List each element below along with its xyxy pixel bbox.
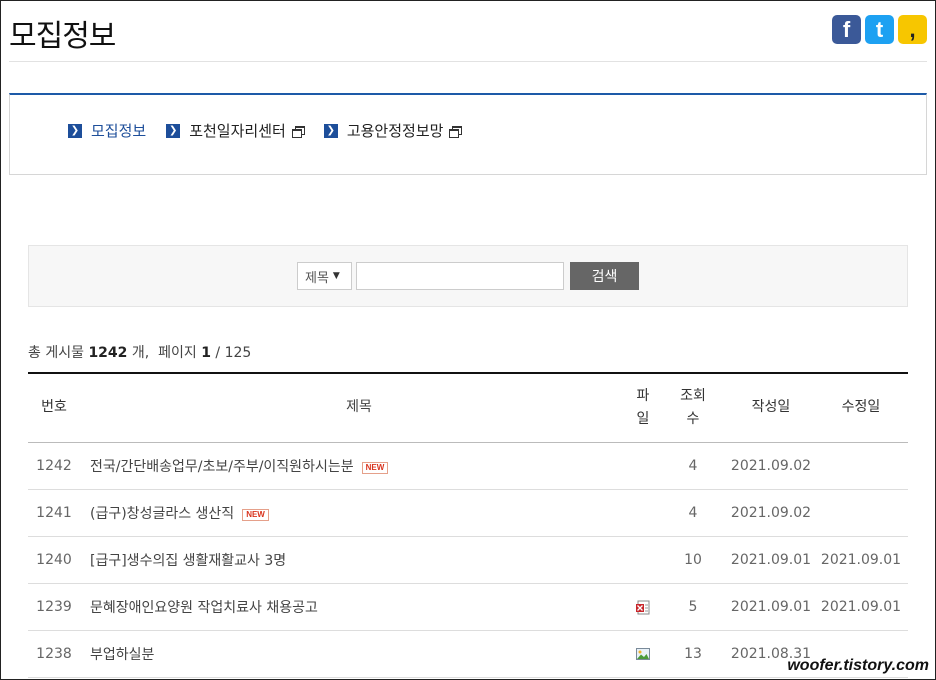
related-links: ❯ 모집정보 ❯ 포천일자리센터 ❯ 고용안정정보망	[68, 120, 463, 141]
row-views: 4	[658, 489, 728, 537]
row-views: 10	[658, 536, 728, 584]
row-file[interactable]	[628, 630, 658, 678]
header-file: 파 일	[636, 387, 650, 427]
header-title: 제목	[346, 399, 372, 416]
row-file	[628, 489, 658, 537]
row-num: 1239	[28, 583, 80, 631]
facebook-share-button[interactable]: f	[832, 15, 861, 44]
search-panel: 제목 ▼ 검색	[28, 245, 908, 307]
row-views: 4	[658, 442, 728, 490]
row-modified	[814, 442, 908, 490]
kakaostory-icon: ,	[909, 16, 916, 42]
related-links-box: ❯ 모집정보 ❯ 포천일자리센터 ❯ 고용안정정보망	[9, 93, 927, 175]
search-button[interactable]: 검색	[570, 262, 639, 290]
arrow-right-icon: ❯	[323, 123, 338, 138]
row-file	[628, 442, 658, 490]
header-date: 작성일	[751, 399, 791, 416]
row-file	[628, 536, 658, 584]
current-page: 1	[201, 345, 211, 361]
twitter-share-button[interactable]: t	[865, 15, 894, 44]
row-title[interactable]: 부업하실분	[80, 630, 628, 678]
kakaostory-share-button[interactable]: ,	[898, 15, 927, 44]
post-title-link[interactable]: 문혜장애인요양원 작업치료사 채용공고	[90, 600, 318, 616]
page-title: 모집정보	[9, 19, 116, 54]
total-label: 총 게시물	[28, 345, 84, 361]
new-window-icon	[449, 125, 463, 138]
row-num: 1242	[28, 442, 80, 490]
row-date: 2021.09.02	[728, 489, 814, 537]
table-row[interactable]: 1242 전국/간단배송업무/초보/주부/이직원하시는분 NEW 4 2021.0…	[28, 442, 908, 490]
image-icon[interactable]	[635, 646, 651, 662]
row-modified: 2021.09.01	[814, 536, 908, 584]
search-field-select[interactable]: 제목 ▼	[297, 262, 352, 290]
row-date: 2021.09.01	[728, 583, 814, 631]
row-file[interactable]	[628, 583, 658, 631]
table-row[interactable]: 1238 부업하실분 13 2021.08.31	[28, 630, 908, 678]
table-row[interactable]: 1241 (급구)창성글라스 생산직 NEW 4 2021.09.02	[28, 489, 908, 537]
watermark: woofer.tistory.com	[787, 657, 929, 674]
row-views: 5	[658, 583, 728, 631]
total-count: 1242	[88, 345, 128, 361]
row-views: 13	[658, 630, 728, 678]
header-views: 조회 수	[680, 387, 706, 427]
post-title-link[interactable]: [급구]생수의집 생활재활교사 3명	[90, 553, 286, 569]
page-label: 페이지	[158, 345, 197, 361]
row-num: 1241	[28, 489, 80, 537]
document-icon[interactable]	[635, 599, 651, 615]
twitter-icon: t	[875, 16, 884, 42]
total-unit: 개,	[131, 345, 150, 361]
post-table: 번호 제목 파 일 조회 수 작성일 수정일 1242 전국/간단배송업무/초보…	[28, 372, 908, 678]
post-title-link[interactable]: (급구)창성글라스 생산직	[90, 506, 234, 522]
link-label: 포천일자리센터	[189, 122, 286, 140]
chevron-down-icon: ▼	[332, 271, 340, 281]
arrow-right-icon: ❯	[68, 123, 82, 138]
header-modified: 수정일	[841, 399, 881, 416]
share-buttons: f t ,	[832, 15, 927, 44]
search-input[interactable]	[356, 262, 564, 290]
row-num: 1238	[28, 630, 80, 678]
arrow-right-icon: ❯	[166, 123, 181, 138]
row-title[interactable]: (급구)창성글라스 생산직 NEW	[80, 489, 628, 537]
select-value: 제목	[305, 270, 329, 286]
new-badge: NEW	[242, 508, 269, 521]
row-modified: 2021.09.01	[814, 583, 908, 631]
link-pocheon-job-center[interactable]: ❯ 포천일자리센터	[166, 120, 305, 141]
link-label: 고용안정정보망	[346, 122, 444, 140]
link-employment-info-network[interactable]: ❯ 고용안정정보망	[323, 120, 463, 141]
post-title-link[interactable]: 전국/간단배송업무/초보/주부/이직원하시는분	[90, 459, 354, 475]
post-title-link[interactable]: 부업하실분	[90, 647, 154, 663]
header-num: 번호	[41, 399, 67, 416]
link-label: 모집정보	[91, 122, 147, 140]
row-num: 1240	[28, 536, 80, 584]
link-recruit-info[interactable]: ❯ 모집정보	[68, 120, 146, 141]
board-summary: 총 게시물 1242 개, 페이지 1 / 125	[28, 342, 251, 362]
row-date: 2021.09.01	[728, 536, 814, 584]
new-badge: NEW	[361, 461, 389, 474]
total-pages: / 125	[215, 345, 252, 361]
new-window-icon	[291, 125, 305, 138]
row-title[interactable]: 전국/간단배송업무/초보/주부/이직원하시는분 NEW	[80, 442, 628, 490]
table-header-row: 번호 제목 파 일 조회 수 작성일 수정일	[28, 373, 908, 442]
row-date: 2021.09.02	[728, 442, 814, 490]
title-divider	[9, 61, 927, 62]
row-title[interactable]: 문혜장애인요양원 작업치료사 채용공고	[80, 583, 628, 631]
table-row[interactable]: 1239 문혜장애인요양원 작업치료사 채용공고 5 2021.09.01 20…	[28, 583, 908, 631]
row-title[interactable]: [급구]생수의집 생활재활교사 3명	[80, 536, 628, 584]
facebook-icon: f	[842, 16, 851, 42]
row-modified	[814, 489, 908, 537]
table-row[interactable]: 1240 [급구]생수의집 생활재활교사 3명 10 2021.09.01 20…	[28, 536, 908, 584]
